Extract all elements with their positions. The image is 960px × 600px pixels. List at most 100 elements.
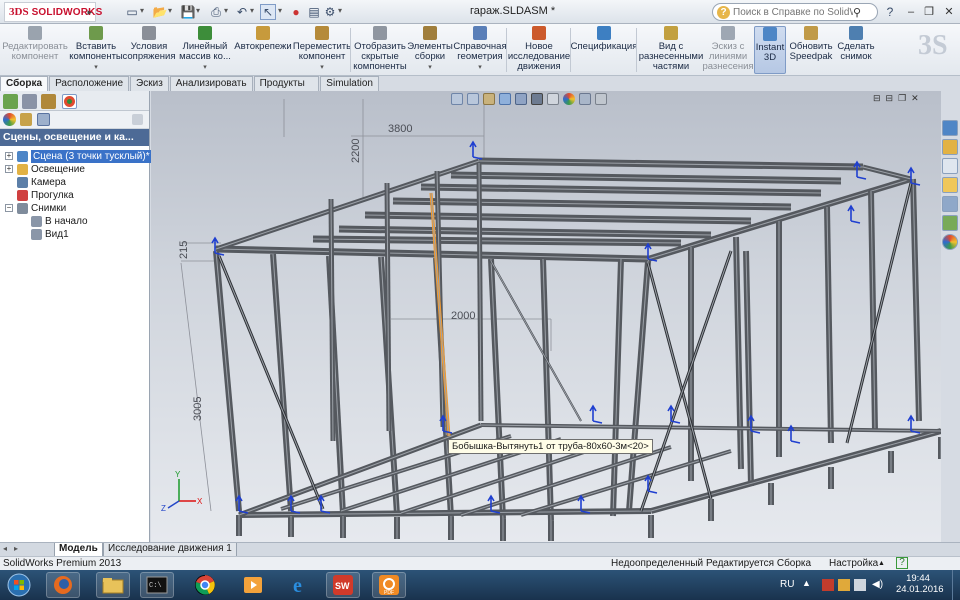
- chevron-down-icon[interactable]: ▾: [278, 6, 282, 15]
- graphics-area[interactable]: 3800 2200 215 2000 3005 X Y Z ⊟ ⊟ ❐ ✕ Бо…: [151, 91, 941, 542]
- configuration-tab-icon[interactable]: [41, 94, 56, 109]
- panel-options-icon[interactable]: [132, 114, 143, 125]
- chevron-down-icon[interactable]: ▾: [196, 6, 200, 15]
- ribbon-button-0[interactable]: Редактировать компонент: [2, 26, 68, 74]
- undo-icon[interactable]: ↶: [234, 4, 250, 20]
- show-desktop-button[interactable]: [952, 570, 960, 600]
- volume-icon[interactable]: ◀): [872, 579, 884, 591]
- assembly-3d-view[interactable]: 3800 2200 215 2000 3005 X Y Z: [151, 91, 941, 542]
- save-icon[interactable]: 💾: [180, 4, 196, 20]
- chevron-down-icon[interactable]: ▾: [203, 63, 207, 73]
- collapse-icon[interactable]: −: [5, 204, 13, 212]
- search-icon[interactable]: ⚲: [853, 6, 861, 19]
- zoom-to-area-icon[interactable]: [467, 93, 479, 105]
- network-icon[interactable]: [854, 579, 866, 591]
- file-explorer-icon[interactable]: [942, 158, 958, 174]
- ribbon-button-13[interactable]: Instant 3D: [754, 26, 786, 74]
- decals-icon[interactable]: [20, 113, 32, 126]
- tree-node[interactable]: + Освещение: [0, 163, 149, 176]
- edit-appearance-icon[interactable]: [563, 93, 575, 105]
- chevron-down-icon[interactable]: ▾: [140, 6, 144, 15]
- close-button[interactable]: ✕: [940, 3, 958, 20]
- pdf-icon[interactable]: PDF: [372, 572, 406, 598]
- file-properties-icon[interactable]: ▤: [306, 4, 322, 20]
- print-icon[interactable]: ⎙: [208, 4, 224, 20]
- show-hidden-icons-icon[interactable]: ▲: [802, 578, 811, 588]
- minimize-button[interactable]: –: [902, 3, 920, 20]
- ribbon-button-1[interactable]: Вставить компоненты ▾: [69, 26, 123, 74]
- ribbon-button-2[interactable]: Условия сопряжения: [123, 26, 175, 74]
- chevron-down-icon[interactable]: ▾: [320, 63, 324, 73]
- chevron-down-icon[interactable]: ▾: [250, 6, 254, 15]
- tab-3[interactable]: Анализировать: [169, 76, 253, 91]
- tree-node[interactable]: Прогулка: [0, 189, 149, 202]
- explorer-icon[interactable]: [96, 572, 130, 598]
- tree-node[interactable]: Камера: [0, 176, 149, 189]
- new-document-icon[interactable]: ▭: [124, 4, 140, 20]
- chevron-down-icon[interactable]: ▾: [94, 63, 98, 73]
- hide-show-items-icon[interactable]: [547, 93, 559, 105]
- ribbon-button-15[interactable]: Сделать снимок: [836, 26, 876, 74]
- select-pointer-icon[interactable]: ↖: [260, 4, 276, 20]
- scene-lights-cameras-icon[interactable]: [37, 113, 50, 126]
- cmd-icon[interactable]: C:\: [140, 572, 174, 598]
- help-search[interactable]: ? ⚲: [712, 3, 878, 21]
- tile-right-icon[interactable]: ⊟: [886, 93, 894, 104]
- ribbon-button-6[interactable]: Отобразить скрытые компоненты: [352, 26, 408, 74]
- tree-node[interactable]: Вид1: [0, 228, 149, 241]
- solidworks-logo[interactable]: 3DS SOLIDWORKS ▸: [4, 2, 102, 22]
- tree-node[interactable]: − Снимки: [0, 202, 149, 215]
- chevron-down-icon[interactable]: ▾: [478, 63, 482, 73]
- previous-view-icon[interactable]: [483, 93, 495, 105]
- property-manager-tab-icon[interactable]: [22, 94, 37, 109]
- rebuild-icon[interactable]: ●: [288, 4, 304, 20]
- start-orb-icon[interactable]: [4, 572, 34, 598]
- chevron-down-icon[interactable]: ▾: [224, 6, 228, 15]
- ribbon-button-7[interactable]: Элементы сборки ▾: [407, 26, 453, 74]
- tile-left-icon[interactable]: ⊟: [873, 93, 881, 104]
- solidworks-resources-icon[interactable]: [942, 120, 958, 136]
- expand-icon[interactable]: +: [5, 152, 13, 160]
- tab-model[interactable]: Модель: [54, 543, 103, 557]
- chevron-down-icon[interactable]: ▾: [338, 6, 342, 15]
- ribbon-button-5[interactable]: Переместить компонент ▾: [293, 26, 351, 74]
- ribbon-button-4[interactable]: Автокрепежи: [234, 26, 292, 74]
- help-search-input[interactable]: [733, 6, 853, 18]
- firefox-icon[interactable]: [46, 572, 80, 598]
- appearance-icon[interactable]: [3, 113, 16, 126]
- tab-2[interactable]: Эскиз: [130, 76, 169, 91]
- options-icon[interactable]: ⚙: [322, 4, 338, 20]
- restore-button[interactable]: ❐: [920, 3, 938, 20]
- scroll-right-icon[interactable]: ▸: [14, 544, 18, 553]
- garage-frame[interactable]: [211, 140, 941, 541]
- action-center-icon[interactable]: [822, 579, 834, 591]
- display-style-icon[interactable]: [531, 93, 543, 105]
- appearances-scenes-icon[interactable]: [942, 234, 958, 250]
- restore-viewport-icon[interactable]: ❐: [898, 93, 906, 104]
- scroll-left-icon[interactable]: ◂: [3, 544, 7, 553]
- ie-icon[interactable]: e: [284, 572, 318, 598]
- tree-node[interactable]: В начало: [0, 215, 149, 228]
- ribbon-button-3[interactable]: Линейный массив ко... ▾: [176, 26, 234, 74]
- tab-5[interactable]: Simulation: [320, 76, 379, 91]
- language-indicator[interactable]: RU: [780, 579, 794, 590]
- ribbon-button-11[interactable]: Вид с разнесенными частями: [639, 26, 703, 74]
- chevron-down-icon[interactable]: ▾: [168, 6, 172, 15]
- help-question-icon[interactable]: ?: [882, 4, 898, 20]
- ribbon-button-14[interactable]: Обновить Speedpak: [790, 26, 833, 74]
- media-player-icon[interactable]: [236, 572, 270, 598]
- status-settings[interactable]: Настройка: [829, 557, 878, 570]
- feature-tree-tab-icon[interactable]: [3, 94, 18, 109]
- view-palette-folder-icon[interactable]: [942, 177, 958, 193]
- view-orientation-icon[interactable]: [515, 93, 527, 105]
- tab-4[interactable]: Продукты Office: [253, 76, 320, 103]
- display-manager-tab-icon[interactable]: [62, 94, 77, 109]
- ribbon-button-10[interactable]: Спецификация: [571, 26, 637, 74]
- tab-motion-study[interactable]: Исследование движения 1: [103, 543, 237, 557]
- chevron-down-icon[interactable]: ▾: [428, 63, 432, 73]
- section-view-icon[interactable]: [499, 93, 511, 105]
- view-palette-icon[interactable]: [942, 196, 958, 212]
- updates-icon[interactable]: [838, 579, 850, 591]
- expand-icon[interactable]: +: [5, 165, 13, 173]
- chevron-up-icon[interactable]: ▲: [878, 557, 885, 570]
